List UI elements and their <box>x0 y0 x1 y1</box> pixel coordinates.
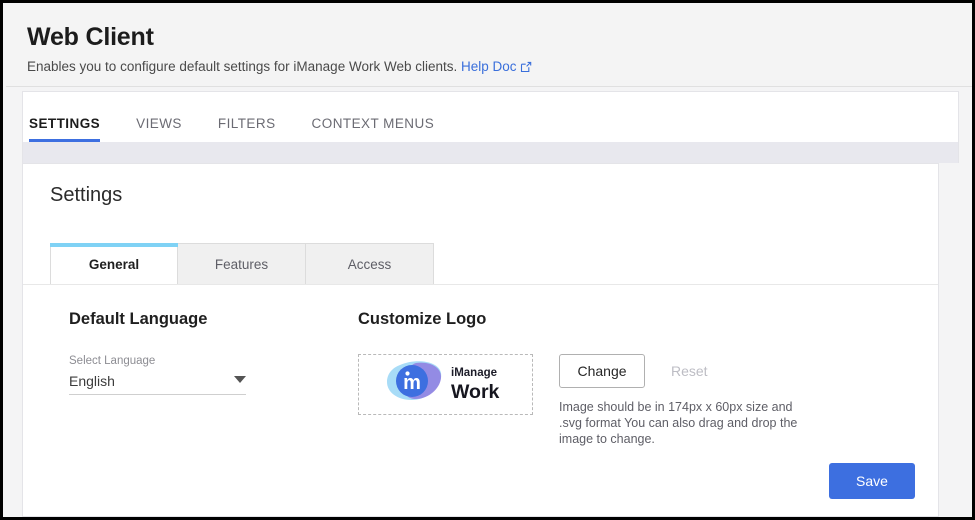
settings-card: Settings General Features Access Default… <box>22 163 939 517</box>
customize-logo-heading: Customize Logo <box>358 309 878 329</box>
tab-content-separator <box>22 142 959 163</box>
page-subtitle-text: Enables you to configure default setting… <box>27 59 457 74</box>
tab-views[interactable]: VIEWS <box>136 116 182 142</box>
subtab-general[interactable]: General <box>50 243 178 285</box>
tab-context-menus-label: CONTEXT MENUS <box>312 116 435 131</box>
subtab-general-label: General <box>89 257 139 272</box>
subtab-features-label: Features <box>215 257 268 272</box>
logo-hint-text: Image should be in 174px x 60px size and… <box>559 399 814 447</box>
subtab-features[interactable]: Features <box>178 243 306 285</box>
select-language-label: Select Language <box>69 354 246 368</box>
svg-text:iManage: iManage <box>451 367 497 379</box>
help-doc-link-label: Help Doc <box>461 59 517 74</box>
customize-logo-section: Customize Logo <box>358 309 878 447</box>
page-header: Web Client Enables you to configure defa… <box>6 6 975 87</box>
tab-filters-label: FILTERS <box>218 116 276 131</box>
subtab-divider <box>23 284 938 285</box>
logo-row: m iManage Work Change Reset <box>358 354 878 447</box>
chevron-down-icon <box>234 376 246 383</box>
page-title: Web Client <box>27 22 975 52</box>
reset-logo-button[interactable]: Reset <box>671 363 708 379</box>
external-link-icon <box>520 60 532 78</box>
tab-context-menus[interactable]: CONTEXT MENUS <box>312 116 435 142</box>
svg-text:Work: Work <box>451 381 500 403</box>
save-button[interactable]: Save <box>829 463 915 499</box>
change-logo-button[interactable]: Change <box>559 354 645 388</box>
language-dropdown-value: English <box>69 373 115 389</box>
main-tab-bar: SETTINGS VIEWS FILTERS CONTEXT MENUS <box>22 91 959 142</box>
app-window: Web Client Enables you to configure defa… <box>0 0 975 520</box>
settings-subtab-bar: General Features Access <box>50 243 434 285</box>
tab-filters[interactable]: FILTERS <box>218 116 276 142</box>
logo-button-row: Change Reset <box>559 354 819 388</box>
default-language-heading: Default Language <box>69 309 319 329</box>
help-doc-link[interactable]: Help Doc <box>461 59 532 74</box>
svg-text:m: m <box>403 372 421 394</box>
subtab-access-label: Access <box>348 257 392 272</box>
tab-settings-label: SETTINGS <box>29 116 100 131</box>
subtab-access[interactable]: Access <box>306 243 434 285</box>
tab-settings[interactable]: SETTINGS <box>29 116 100 142</box>
page-subtitle: Enables you to configure default setting… <box>27 58 975 78</box>
logo-actions: Change Reset Image should be in 174px x … <box>559 354 819 447</box>
select-language-field: Select Language English <box>69 354 246 395</box>
logo-dropzone[interactable]: m iManage Work <box>358 354 533 415</box>
section-title: Settings <box>50 183 938 207</box>
language-dropdown[interactable]: English <box>69 373 246 395</box>
tab-views-label: VIEWS <box>136 116 182 131</box>
default-language-section: Default Language Select Language English <box>69 309 319 395</box>
imanage-work-logo-icon: m iManage Work <box>382 359 510 410</box>
